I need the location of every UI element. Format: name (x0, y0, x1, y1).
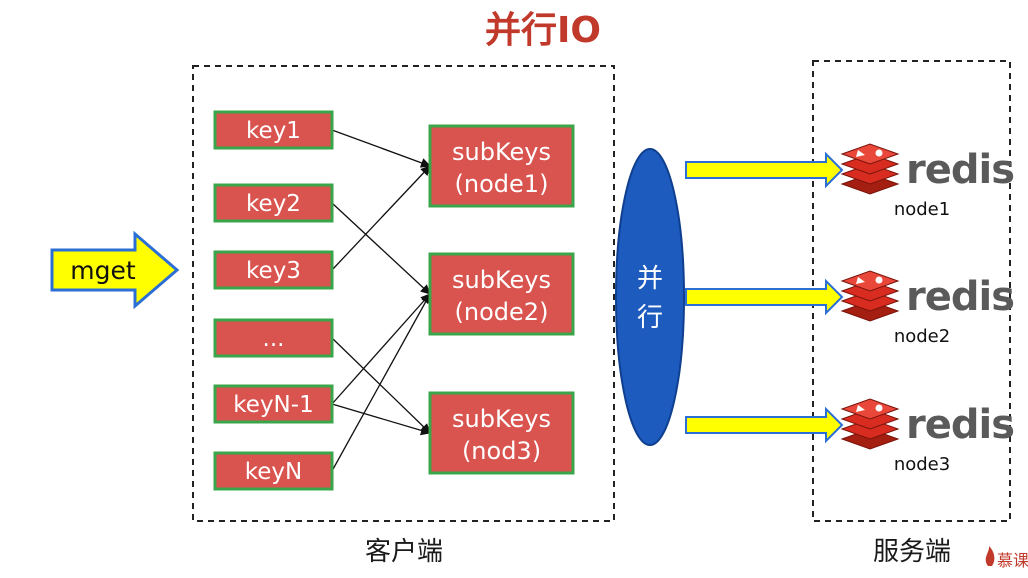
link-arrow (331, 165, 431, 271)
subkey-label-line1: subKeys (452, 138, 551, 166)
watermark: 慕课 (985, 546, 1028, 570)
link-arrow (331, 293, 431, 405)
redis-logo-icon (840, 398, 900, 450)
redis-node-list: redis node1 redis node2 redis node3 (685, 143, 1015, 475)
parallel-label-line2: 行 (637, 303, 663, 333)
server-label: 服务端 (873, 537, 951, 567)
diagram-title: 并行IO (485, 10, 601, 51)
subkey-label-line2: (node1) (455, 170, 549, 198)
key-label: keyN-1 (233, 392, 313, 418)
redis-node-label: node1 (894, 199, 950, 220)
key-label: key2 (246, 191, 301, 217)
key-to-subkey-links (331, 129, 431, 472)
key-label: keyN (245, 459, 302, 485)
redis-logo-dot (875, 276, 883, 284)
subkey-label-line1: subKeys (452, 405, 551, 433)
redis-brand-text: redis (906, 147, 1014, 193)
dispatch-arrow (685, 278, 844, 316)
key-list: key1 key2 key3... keyN-1 keyN (213, 110, 334, 491)
redis-node-label: node2 (894, 326, 950, 347)
key-label: ... (263, 326, 285, 352)
key-label: key1 (246, 118, 301, 144)
link-arrow (331, 202, 431, 295)
redis-brand-text: redis (906, 274, 1014, 320)
redis-node-label: node3 (894, 454, 950, 475)
parallel-io-diagram: 并行IO 客户端 服务端 mget key1key2key3...keyN-1k… (50, 10, 1028, 570)
watermark-text: 慕课 (997, 551, 1028, 570)
parallel-oval (615, 148, 685, 446)
subkey-label-line2: (node2) (455, 298, 549, 326)
client-label: 客户端 (365, 537, 443, 567)
parallel-label-line1: 并 (637, 264, 663, 294)
subkey-label-line1: subKeys (452, 266, 551, 294)
watermark-flame-icon (985, 546, 995, 566)
dispatch-arrow (685, 151, 844, 189)
redis-logo-icon (840, 143, 900, 195)
redis-logo-dot (875, 404, 883, 412)
redis-brand-text: redis (906, 402, 1014, 448)
subkey-label-line2: (nod3) (462, 437, 541, 465)
diagram-stage: 并行IO 客户端 服务端 mget key1 key2 key3... keyN-1 k… (0, 0, 1028, 578)
link-arrow (331, 129, 431, 168)
link-arrow (331, 293, 431, 472)
redis-logo-icon (840, 270, 900, 322)
redis-logo-dot (875, 149, 883, 157)
subkey-list: subKeys (node1) subKeys (node2) subKeys (nod3… (428, 124, 575, 475)
mget-label: mget (70, 256, 136, 285)
key-label: key3 (246, 258, 301, 284)
dispatch-arrow (685, 406, 844, 444)
